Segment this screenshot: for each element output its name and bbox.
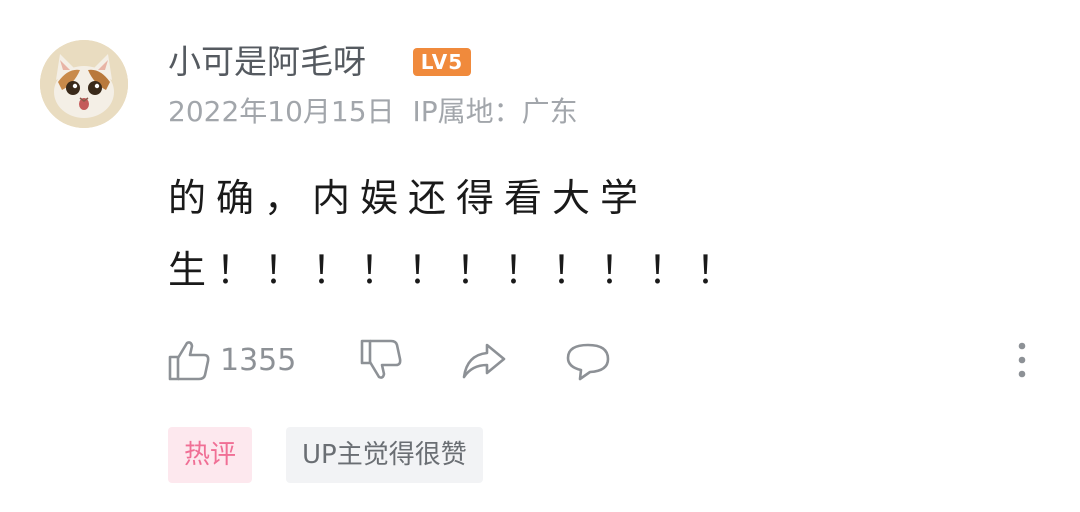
- comment-text: 的确，内娱还得看大学生！！！！！！！！！！！: [168, 176, 745, 292]
- more-vertical-icon: [1018, 342, 1026, 378]
- share-arrow-icon: [462, 343, 506, 379]
- username[interactable]: 小可是阿毛呀: [168, 40, 366, 84]
- like-button[interactable]: 1355: [166, 334, 296, 386]
- thumbs-up-icon: [168, 341, 210, 381]
- hot-comment-tag: 热评: [168, 427, 253, 483]
- level-badge: LV5: [413, 48, 471, 76]
- comment-date: 2022年10月15日: [168, 95, 395, 128]
- thumbs-down-icon: [360, 339, 402, 379]
- dislike-button[interactable]: [356, 334, 402, 386]
- cat-avatar-image: [40, 40, 128, 128]
- more-options-button[interactable]: [1010, 338, 1034, 382]
- up-liked-tag: UP主觉得很赞: [286, 427, 483, 483]
- share-button[interactable]: [460, 334, 508, 386]
- user-avatar[interactable]: [40, 40, 128, 128]
- reply-button[interactable]: [564, 334, 612, 386]
- like-count: 1355: [220, 342, 297, 378]
- chat-bubble-icon: [566, 343, 610, 381]
- ip-location: IP属地：广东: [412, 95, 578, 128]
- comment-meta: 2022年10月15日 IP属地：广东: [168, 92, 578, 132]
- comment-card: 小可是阿毛呀 LV5 2022年10月15日 IP属地：广东 的确，内娱还得看大学…: [0, 0, 1080, 512]
